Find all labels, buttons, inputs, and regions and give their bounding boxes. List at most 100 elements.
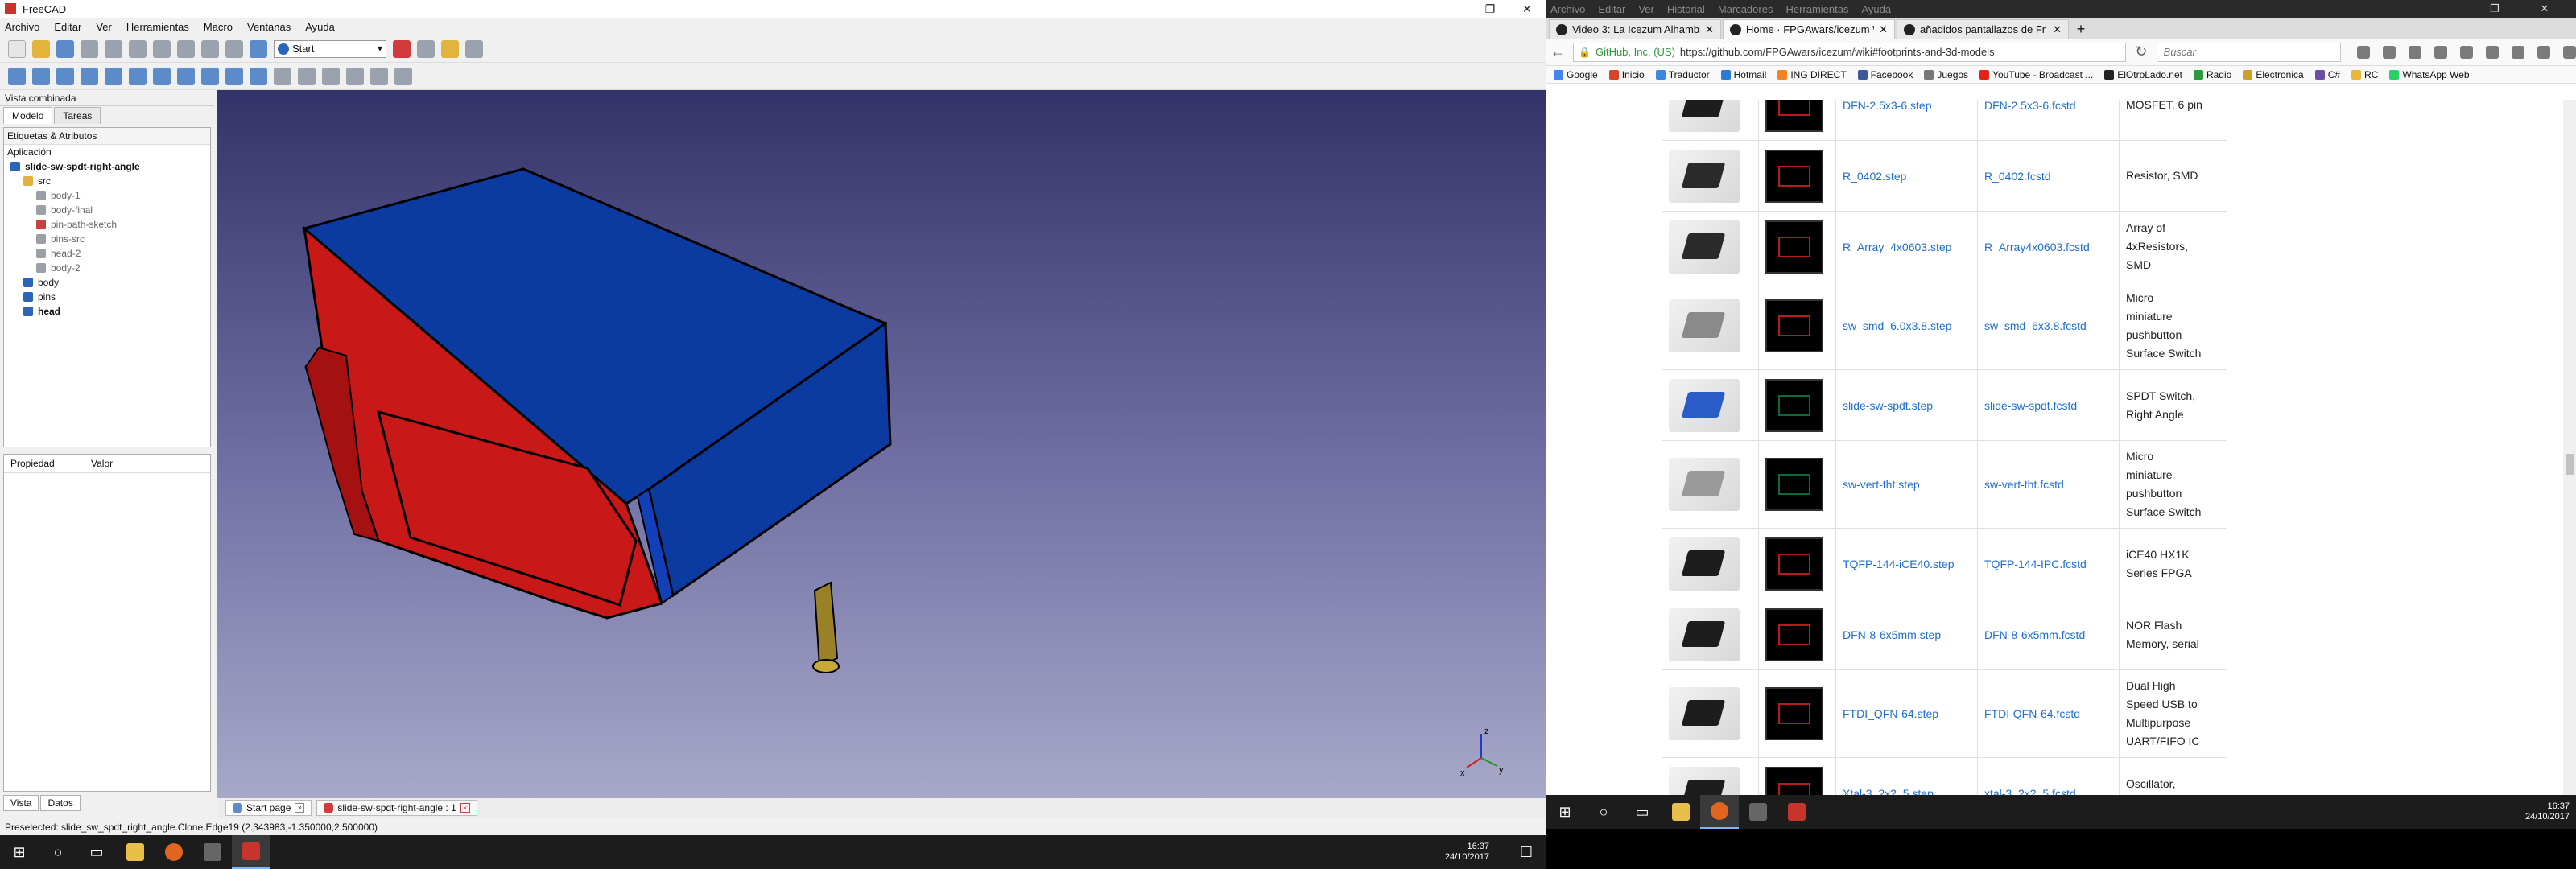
bookmark-item[interactable]: Radio (2193, 69, 2231, 80)
tab-modelo[interactable]: Modelo (3, 107, 53, 124)
close-tab-icon[interactable]: × (460, 803, 470, 813)
bottom-view-icon[interactable] (201, 67, 219, 85)
bookmark-item[interactable]: Electronica (2243, 69, 2304, 80)
undo-icon[interactable] (177, 39, 195, 58)
ff-menu-ayuda[interactable]: Ayuda (1861, 3, 1891, 15)
step-link[interactable]: slide-sw-spdt.step (1835, 369, 1978, 441)
tree-item[interactable]: pins-src (4, 232, 210, 246)
draw-style-icon[interactable] (56, 67, 74, 85)
restore-button[interactable]: ❐ (1472, 0, 1509, 18)
step-link[interactable]: R_Array_4x0603.step (1835, 211, 1978, 282)
close-tab-icon[interactable]: ✕ (2053, 23, 2062, 36)
save-icon[interactable] (56, 39, 74, 58)
tab-document[interactable]: slide-sw-spdt-right-angle : 1 × (316, 800, 477, 816)
bookmark-item[interactable]: Juegos (1924, 69, 1968, 80)
taskbar-clock-left[interactable]: 16:37 24/10/2017 (1445, 842, 1489, 863)
print-icon[interactable] (80, 39, 98, 58)
task-view-icon[interactable]: ▭ (77, 835, 116, 869)
model-thumbnail-image[interactable] (1669, 220, 1740, 274)
ff-minimize-button[interactable]: – (2426, 0, 2463, 18)
tab-start-page[interactable]: Start page × (225, 800, 312, 816)
model-thumbnail-image[interactable] (1669, 687, 1740, 740)
ff-menu-historial[interactable]: Historial (1667, 3, 1705, 15)
browser-tab[interactable]: añadidos pantallazos de Fr ✕ (1897, 19, 2069, 39)
bookmark-item[interactable]: Facebook (1857, 69, 1913, 80)
rear-view-icon[interactable] (177, 67, 195, 85)
footprint-image[interactable] (1765, 458, 1823, 511)
fcstd-link[interactable]: sw_smd_6x3.8.fcstd (1977, 282, 2120, 370)
pocket-icon[interactable] (2485, 45, 2499, 59)
isometric-view-icon[interactable] (80, 67, 98, 85)
bookmark-item[interactable]: YouTube - Broadcast ... (1979, 69, 2093, 80)
paste-icon[interactable] (153, 39, 171, 58)
footprint-image[interactable] (1765, 299, 1823, 352)
tree-item[interactable]: src (4, 174, 210, 188)
tree-item[interactable]: pins (4, 290, 210, 304)
new-document-icon[interactable] (8, 39, 26, 58)
ff-menu-herramientas[interactable]: Herramientas (1785, 3, 1848, 15)
record-macro-icon[interactable] (393, 39, 411, 58)
menu-ver[interactable]: Ver (96, 21, 112, 33)
right-view-icon[interactable] (153, 67, 171, 85)
tree-item[interactable]: body-2 (4, 261, 210, 275)
ff-menu-marcadores[interactable]: Marcadores (1718, 3, 1773, 15)
fcstd-link[interactable]: DFN-8-6x5mm.fcstd (1977, 599, 2120, 670)
bookmark-item[interactable]: Hotmail (1720, 69, 1766, 80)
step-link[interactable]: sw-vert-tht.step (1835, 440, 1978, 529)
scrollbar-thumb[interactable] (2566, 454, 2574, 475)
firefox-icon[interactable] (155, 835, 193, 869)
step-link[interactable]: R_0402.step (1835, 140, 1978, 212)
search-icon[interactable]: ○ (1584, 795, 1623, 829)
fcstd-link[interactable]: sw-vert-tht.fcstd (1977, 440, 2120, 529)
model-thumbnail-image[interactable] (1669, 537, 1740, 591)
fit-selection-icon[interactable] (32, 67, 50, 85)
web-icon[interactable] (274, 67, 291, 85)
browser-tab-active[interactable]: Home · FPGAwars/icezum W ✕ (1723, 19, 1895, 39)
bookmark-star-icon[interactable] (2356, 45, 2370, 59)
tab-tareas[interactable]: Tareas (54, 107, 101, 124)
bookmark-item[interactable]: RC (2351, 69, 2378, 80)
new-tab-button[interactable]: + (2070, 19, 2091, 39)
tab-datos[interactable]: Datos (40, 795, 80, 811)
windows-start-icon[interactable]: ⊞ (1546, 795, 1584, 829)
back-icon[interactable] (298, 67, 316, 85)
file-explorer-icon[interactable] (116, 835, 155, 869)
model-thumbnail-image[interactable] (1669, 766, 1740, 795)
footprint-image[interactable] (1765, 537, 1823, 591)
whats-this-icon[interactable] (250, 39, 267, 58)
fcstd-link[interactable]: R_Array4x0603.fcstd (1977, 211, 2120, 282)
left-view-icon[interactable] (225, 67, 243, 85)
refresh-icon[interactable] (225, 39, 243, 58)
footprint-image[interactable] (1765, 149, 1823, 203)
model-thumbnail-image[interactable] (1669, 458, 1740, 511)
menu-ventanas[interactable]: Ventanas (247, 21, 291, 33)
bookmark-item[interactable]: C# (2314, 69, 2340, 80)
workbench-selector[interactable]: Start (274, 39, 386, 58)
step-link[interactable]: TQFP-144-iCE40.step (1835, 528, 1978, 599)
reading-list-icon[interactable] (2382, 45, 2396, 59)
tree-item[interactable]: body-1 (4, 188, 210, 203)
fcstd-link[interactable]: R_0402.fcstd (1977, 140, 2120, 212)
url-bar[interactable]: 🔒 GitHub, Inc. (US) https://github.com/F… (1573, 42, 2127, 62)
ff-menu-editar[interactable]: Editar (1598, 3, 1625, 15)
fit-all-icon[interactable] (8, 67, 26, 85)
footprint-image[interactable] (1765, 100, 1823, 132)
bookmark-item[interactable]: ElOtroLado.net (2104, 69, 2182, 80)
fcstd-link[interactable]: xtal-3_2x2_5.fcstd (1977, 757, 2120, 795)
step-link[interactable]: DFN-8-6x5mm.step (1835, 599, 1978, 670)
tree-item[interactable]: slide-sw-spdt-right-angle (4, 159, 210, 174)
calculator-icon[interactable] (193, 835, 232, 869)
download-icon[interactable] (2408, 45, 2421, 59)
taskbar-clock-right[interactable]: 16:37 24/10/2017 (2525, 801, 2570, 822)
search-input[interactable]: Buscar (2156, 42, 2341, 62)
model-thumbnail-image[interactable] (1669, 299, 1740, 352)
back-icon[interactable]: ← (1550, 43, 1565, 60)
model-thumbnail-image[interactable] (1669, 100, 1740, 132)
step-link[interactable]: Xtal-3_2x2_5.step (1835, 757, 1978, 795)
bookmark-item[interactable]: ING DIRECT (1777, 69, 1847, 80)
tree-item[interactable]: head (4, 304, 210, 319)
macros-icon[interactable] (441, 39, 459, 58)
footprint-image[interactable] (1765, 687, 1823, 740)
zoom-out-icon[interactable] (394, 67, 412, 85)
redo-icon[interactable] (201, 39, 219, 58)
